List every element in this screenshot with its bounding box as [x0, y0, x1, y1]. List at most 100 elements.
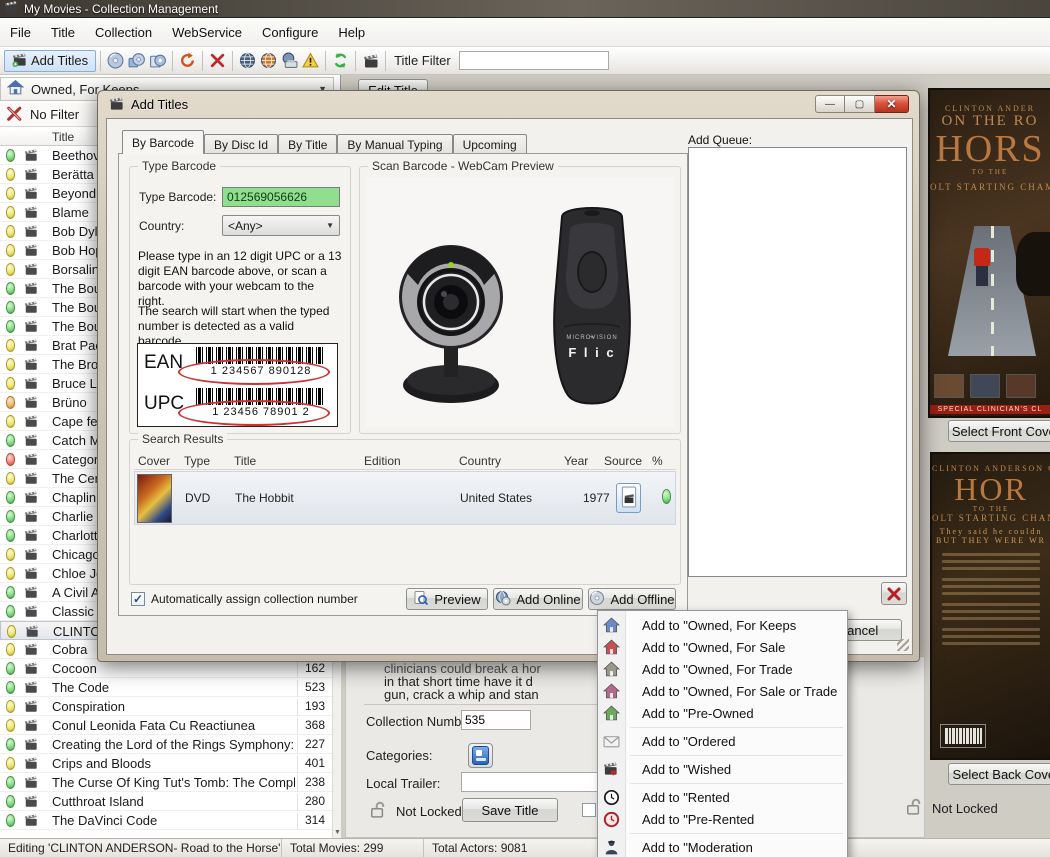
- column-header-cover[interactable]: Cover: [138, 454, 170, 468]
- barcode-example-image: EAN 1 234567 890128 UPC 1 23456 78901 2: [137, 343, 338, 427]
- tab-by-title[interactable]: By Title: [278, 134, 337, 154]
- type-barcode-label: Type Barcode:: [139, 190, 216, 204]
- barcode-input[interactable]: [222, 187, 340, 207]
- menu-item-house-sale[interactable]: Add to "Owned, For Sale: [598, 636, 847, 658]
- chevron-down-icon: ▼: [326, 221, 334, 230]
- menu-configure[interactable]: Configure: [252, 21, 328, 44]
- menu-item-label: Add to "Owned, For Sale: [642, 640, 785, 655]
- add-titles-button[interactable]: Add Titles: [4, 50, 96, 72]
- title-list-row[interactable]: Cutthroat Island280: [0, 792, 332, 811]
- column-header-edition[interactable]: Edition: [364, 454, 401, 468]
- menu-item-clock-red[interactable]: Add to "Pre-Rented: [598, 808, 847, 830]
- status-indicator: [6, 377, 15, 390]
- column-header-country[interactable]: Country: [459, 454, 501, 468]
- result-row[interactable]: DVD The Hobbit United States 1977: [134, 471, 676, 525]
- disc-box-icon[interactable]: [148, 51, 167, 70]
- back-cover-image[interactable]: CLINTON ANDERSON ON HOR TO THE OLT START…: [930, 452, 1050, 760]
- web-print-icon[interactable]: [280, 51, 299, 70]
- tab-by-disc-id[interactable]: By Disc Id: [204, 134, 278, 154]
- resize-grip[interactable]: [897, 639, 909, 651]
- country-dropdown[interactable]: <Any> ▼: [222, 215, 340, 236]
- add-queue-listbox[interactable]: [688, 147, 907, 577]
- warning-icon[interactable]: [301, 51, 320, 70]
- disc-save-icon[interactable]: [127, 51, 146, 70]
- save-title-button[interactable]: Save Title: [462, 798, 558, 822]
- results-header-row[interactable]: Cover Type Title Edition Country Year Source%: [134, 452, 676, 470]
- menu-help[interactable]: Help: [328, 21, 375, 44]
- title-list-row[interactable]: Conspiration193: [0, 697, 332, 716]
- title-list-row[interactable]: The Code523: [0, 678, 332, 697]
- column-header-pct[interactable]: %: [652, 454, 663, 468]
- clapper-icon: [24, 167, 38, 184]
- menu-item-clapper-heart[interactable]: Add to "Wished: [598, 758, 847, 780]
- result-title: The Hobbit: [235, 491, 294, 505]
- cover-text: OLT STARTING CHAN: [932, 513, 1050, 523]
- collection-number-input[interactable]: [461, 710, 531, 730]
- scroll-down-arrow[interactable]: ▼: [333, 829, 342, 836]
- tab-upcoming[interactable]: Upcoming: [453, 134, 527, 154]
- clear-queue-button[interactable]: [881, 582, 907, 605]
- group-label: Scan Barcode - WebCam Preview: [368, 159, 558, 173]
- column-header-title[interactable]: Title: [234, 454, 256, 468]
- select-back-cover-button[interactable]: Select Back Cover: [948, 763, 1050, 785]
- minimize-button[interactable]: —: [815, 95, 845, 113]
- dialog-titlebar[interactable]: Add Titles — ▢ ✕: [98, 91, 919, 118]
- menu-title[interactable]: Title: [41, 21, 85, 44]
- add-offline-button[interactable]: Add Offline: [588, 588, 676, 610]
- front-cover-image[interactable]: CLINTON ANDER ON THE RO HORS TO THE OLT …: [928, 88, 1050, 418]
- menu-item-person[interactable]: Add to "Moderation: [598, 836, 847, 857]
- web-orange-icon[interactable]: [259, 51, 278, 70]
- clapper-icon: [24, 642, 38, 659]
- clapper-icon: [24, 775, 38, 792]
- delete-x-icon[interactable]: [208, 51, 227, 70]
- title-list-row[interactable]: The DaVinci Code314: [0, 811, 332, 830]
- refresh-orange-icon[interactable]: [178, 51, 197, 70]
- auto-assign-checkbox-row[interactable]: ✓ Automatically assign collection number: [131, 592, 358, 606]
- form-checkbox[interactable]: [582, 803, 596, 817]
- menu-item-house-sale-trade[interactable]: Add to "Owned, For Sale or Trade: [598, 680, 847, 702]
- clapper-icon: [24, 566, 38, 583]
- status-indicator: [6, 396, 15, 409]
- column-header-type[interactable]: Type: [184, 454, 210, 468]
- disc-online-icon[interactable]: [106, 51, 125, 70]
- add-online-button[interactable]: Add Online: [493, 588, 583, 610]
- status-indicator: [6, 358, 15, 371]
- title-list-row[interactable]: The Curse Of King Tut's Tomb: The Comple…: [0, 773, 332, 792]
- checkbox-checked-icon[interactable]: ✓: [131, 592, 145, 606]
- column-header-source[interactable]: Source: [604, 454, 642, 468]
- tab-by-manual-typing[interactable]: By Manual Typing: [337, 134, 452, 154]
- maximize-button[interactable]: ▢: [845, 95, 875, 113]
- web-dark-icon[interactable]: [238, 51, 257, 70]
- menu-file[interactable]: File: [0, 21, 41, 44]
- status-indicator: [6, 795, 15, 808]
- cover-text: OLT STARTING CHAM: [930, 182, 1050, 192]
- status-indicator: [6, 586, 15, 599]
- app-icon: [4, 0, 18, 17]
- select-front-cover-button[interactable]: Select Front Cover: [948, 420, 1050, 442]
- window-titlebar[interactable]: My Movies - Collection Management: [0, 0, 1050, 18]
- menu-webservice[interactable]: WebService: [162, 21, 252, 44]
- title-list-row[interactable]: Crips and Bloods401: [0, 754, 332, 773]
- menu-collection[interactable]: Collection: [85, 21, 162, 44]
- menu-item-envelope[interactable]: Add to "Ordered: [598, 730, 847, 752]
- tab-by-barcode[interactable]: By Barcode: [122, 130, 204, 154]
- sync-green-icon[interactable]: [331, 51, 350, 70]
- title-filter-input[interactable]: [459, 51, 609, 70]
- title-list-row[interactable]: Conul Leonida Fata Cu Reactiunea368: [0, 716, 332, 735]
- cover-text: They said he couldn: [932, 527, 1050, 536]
- save-title-label: Save Title: [481, 803, 538, 818]
- clapper-icon: [24, 547, 38, 564]
- categories-button[interactable]: [468, 743, 493, 768]
- menu-item-house-keeps[interactable]: Add to "Owned, For Keeps: [598, 614, 847, 636]
- preview-button[interactable]: Preview: [406, 588, 488, 610]
- column-header-year[interactable]: Year: [564, 454, 588, 468]
- cover-text: TO THE: [932, 505, 1050, 513]
- clapper-icon: [25, 624, 39, 641]
- menu-item-house-trade[interactable]: Add to "Owned, For Trade: [598, 658, 847, 680]
- menu-item-clock[interactable]: Add to "Rented: [598, 786, 847, 808]
- app-window: My Movies - Collection Management FileTi…: [0, 0, 1050, 857]
- title-list-row[interactable]: Creating the Lord of the Rings Symphony:…: [0, 735, 332, 754]
- edit-clapper-icon[interactable]: [361, 51, 380, 70]
- close-button[interactable]: ✕: [875, 95, 909, 113]
- menu-item-house-pre-owned[interactable]: Add to "Pre-Owned: [598, 702, 847, 724]
